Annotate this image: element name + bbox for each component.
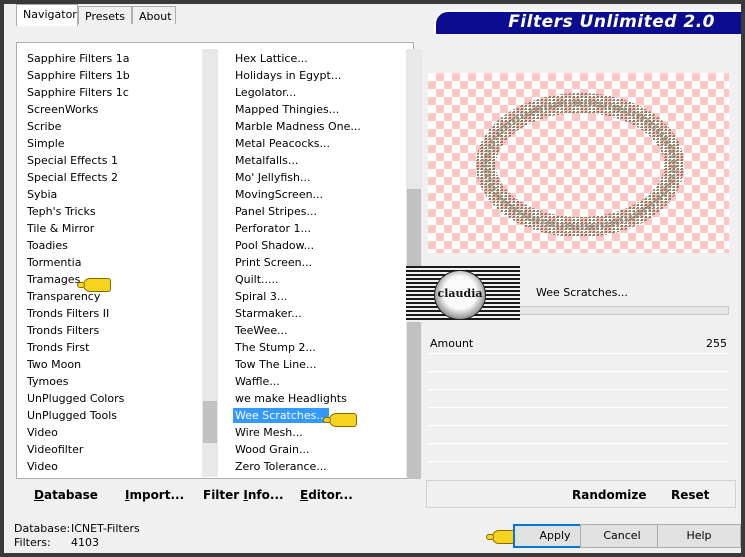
- filter-item[interactable]: Wire Mesh...: [233, 425, 305, 440]
- import-button[interactable]: Import...: [125, 488, 184, 502]
- title-banner: Filters Unlimited 2.0: [434, 10, 741, 34]
- row-divider: [428, 371, 729, 372]
- category-item[interactable]: ScreenWorks: [25, 102, 100, 117]
- database-button[interactable]: Database: [34, 488, 98, 502]
- category-item[interactable]: Scribe: [25, 119, 63, 134]
- category-item[interactable]: Tymoes: [25, 374, 70, 389]
- category-item[interactable]: Sybia: [25, 187, 59, 202]
- row-divider: [428, 443, 729, 444]
- filter-item[interactable]: MovingScreen...: [233, 187, 325, 202]
- database-label: Database:: [14, 522, 71, 535]
- amount-label: Amount: [430, 337, 474, 350]
- category-item[interactable]: Tile & Mirror: [25, 221, 96, 236]
- tab-navigator-label: Navigator: [23, 8, 77, 21]
- filter-item[interactable]: Perforator 1...: [233, 221, 313, 236]
- row-divider: [428, 425, 729, 426]
- filter-item[interactable]: Zero Tolerance...: [233, 459, 329, 474]
- filter-info-button[interactable]: Filter Info...: [203, 488, 284, 502]
- category-item[interactable]: Tronds Filters: [25, 323, 101, 338]
- filter-item[interactable]: Mapped Thingies...: [233, 102, 341, 117]
- database-value: ICNET-Filters: [71, 522, 140, 535]
- category-item[interactable]: Sapphire Filters 1c: [25, 85, 131, 100]
- category-item[interactable]: Toadies: [25, 238, 70, 253]
- row-divider: [428, 389, 729, 390]
- filters-count: 4103: [71, 536, 99, 549]
- category-item[interactable]: Video: [25, 459, 60, 474]
- tab-about[interactable]: About: [132, 6, 176, 24]
- tab-about-label: About: [139, 10, 172, 23]
- banner-title: Filters Unlimited 2.0: [508, 12, 715, 32]
- cancel-button[interactable]: Cancel: [580, 524, 664, 548]
- category-item[interactable]: Special Effects 2: [25, 170, 120, 185]
- filter-scroll-thumb[interactable]: [407, 189, 421, 479]
- amount-row[interactable]: Amount 255: [430, 337, 727, 353]
- category-item[interactable]: Teph's Tricks: [25, 204, 98, 219]
- filter-item[interactable]: Tow The Line...: [233, 357, 318, 372]
- filters-unlimited-window: Filters Unlimited 2.0 Navigator Presets …: [4, 4, 741, 553]
- filter-item[interactable]: Pool Shadow...: [233, 238, 316, 253]
- category-item[interactable]: Special Effects 1: [25, 153, 120, 168]
- row-divider: [428, 461, 729, 462]
- filter-item[interactable]: Panel Stripes...: [233, 204, 319, 219]
- filter-item[interactable]: Holidays in Egypt...: [233, 68, 343, 83]
- help-button[interactable]: Help: [657, 524, 741, 548]
- category-item[interactable]: Videofilter: [25, 442, 85, 457]
- scratch-ring-graphic: [476, 93, 684, 237]
- pointer-hand-icon: [77, 278, 111, 292]
- logo-badge: claudia: [434, 270, 486, 320]
- filter-name-text: Wee Scratches...: [536, 286, 628, 299]
- row-divider: [428, 353, 729, 354]
- filter-list[interactable]: Hex Lattice... Holidays in Egypt... Legola…: [233, 51, 407, 477]
- tab-presets-label: Presets: [85, 10, 126, 23]
- amount-value: 255: [706, 337, 727, 350]
- logo-text: claudia: [437, 287, 483, 300]
- category-item[interactable]: Tronds Filters II: [25, 306, 111, 321]
- row-divider: [428, 407, 729, 408]
- category-scrollbar[interactable]: [202, 49, 218, 477]
- filter-item[interactable]: Metalfalls...: [233, 153, 300, 168]
- reset-button[interactable]: Reset: [671, 488, 709, 502]
- filter-item[interactable]: Mo' Jellyfish...: [233, 170, 313, 185]
- tab-presets[interactable]: Presets: [78, 6, 132, 24]
- filter-item[interactable]: TeeWee...: [233, 323, 290, 338]
- category-item[interactable]: Tronds First: [25, 340, 91, 355]
- filter-item[interactable]: Quilt.....: [233, 272, 281, 287]
- category-item[interactable]: Video: [25, 425, 60, 440]
- preview-image: [428, 73, 729, 253]
- filter-item[interactable]: Waffle...: [233, 374, 282, 389]
- filter-item[interactable]: Marble Madness One...: [233, 119, 363, 134]
- category-item[interactable]: Two Moon: [25, 357, 83, 372]
- filters-label: Filters:: [14, 536, 51, 549]
- randomize-button[interactable]: Randomize: [572, 488, 646, 502]
- filter-item[interactable]: Legolator...: [233, 85, 298, 100]
- filter-scrollbar[interactable]: [406, 49, 422, 479]
- claudia-logo: claudia: [406, 266, 520, 322]
- category-list[interactable]: Sapphire Filters 1a Sapphire Filters 1b Sa…: [25, 51, 201, 477]
- category-item[interactable]: UnPlugged Colors: [25, 391, 126, 406]
- filter-item[interactable]: The Stump 2...: [233, 340, 318, 355]
- category-item[interactable]: Simple: [25, 136, 67, 151]
- category-item[interactable]: Sapphire Filters 1b: [25, 68, 132, 83]
- editor-button[interactable]: Editor...: [300, 488, 353, 502]
- filter-item[interactable]: Hex Lattice...: [233, 51, 310, 66]
- navigator-panel: Sapphire Filters 1a Sapphire Filters 1b Sa…: [16, 42, 422, 479]
- filter-item[interactable]: Wee Scratches...: [233, 408, 329, 423]
- filter-item[interactable]: Metal Peacocks...: [233, 136, 332, 151]
- filter-item[interactable]: Print Screen...: [233, 255, 314, 270]
- category-item[interactable]: Tramages: [25, 272, 82, 287]
- category-item[interactable]: Sapphire Filters 1a: [25, 51, 131, 66]
- filter-item[interactable]: we make Headlights: [233, 391, 349, 406]
- category-item[interactable]: Tormentia: [25, 255, 83, 270]
- filter-item[interactable]: Starmaker...: [233, 306, 304, 321]
- category-item[interactable]: UnPlugged Tools: [25, 408, 119, 423]
- category-scroll-thumb[interactable]: [203, 401, 217, 443]
- pointer-hand-icon: [323, 413, 357, 427]
- filter-item[interactable]: Wood Grain...: [233, 442, 311, 457]
- tab-navigator[interactable]: Navigator: [16, 4, 78, 26]
- filter-item[interactable]: Spiral 3...: [233, 289, 289, 304]
